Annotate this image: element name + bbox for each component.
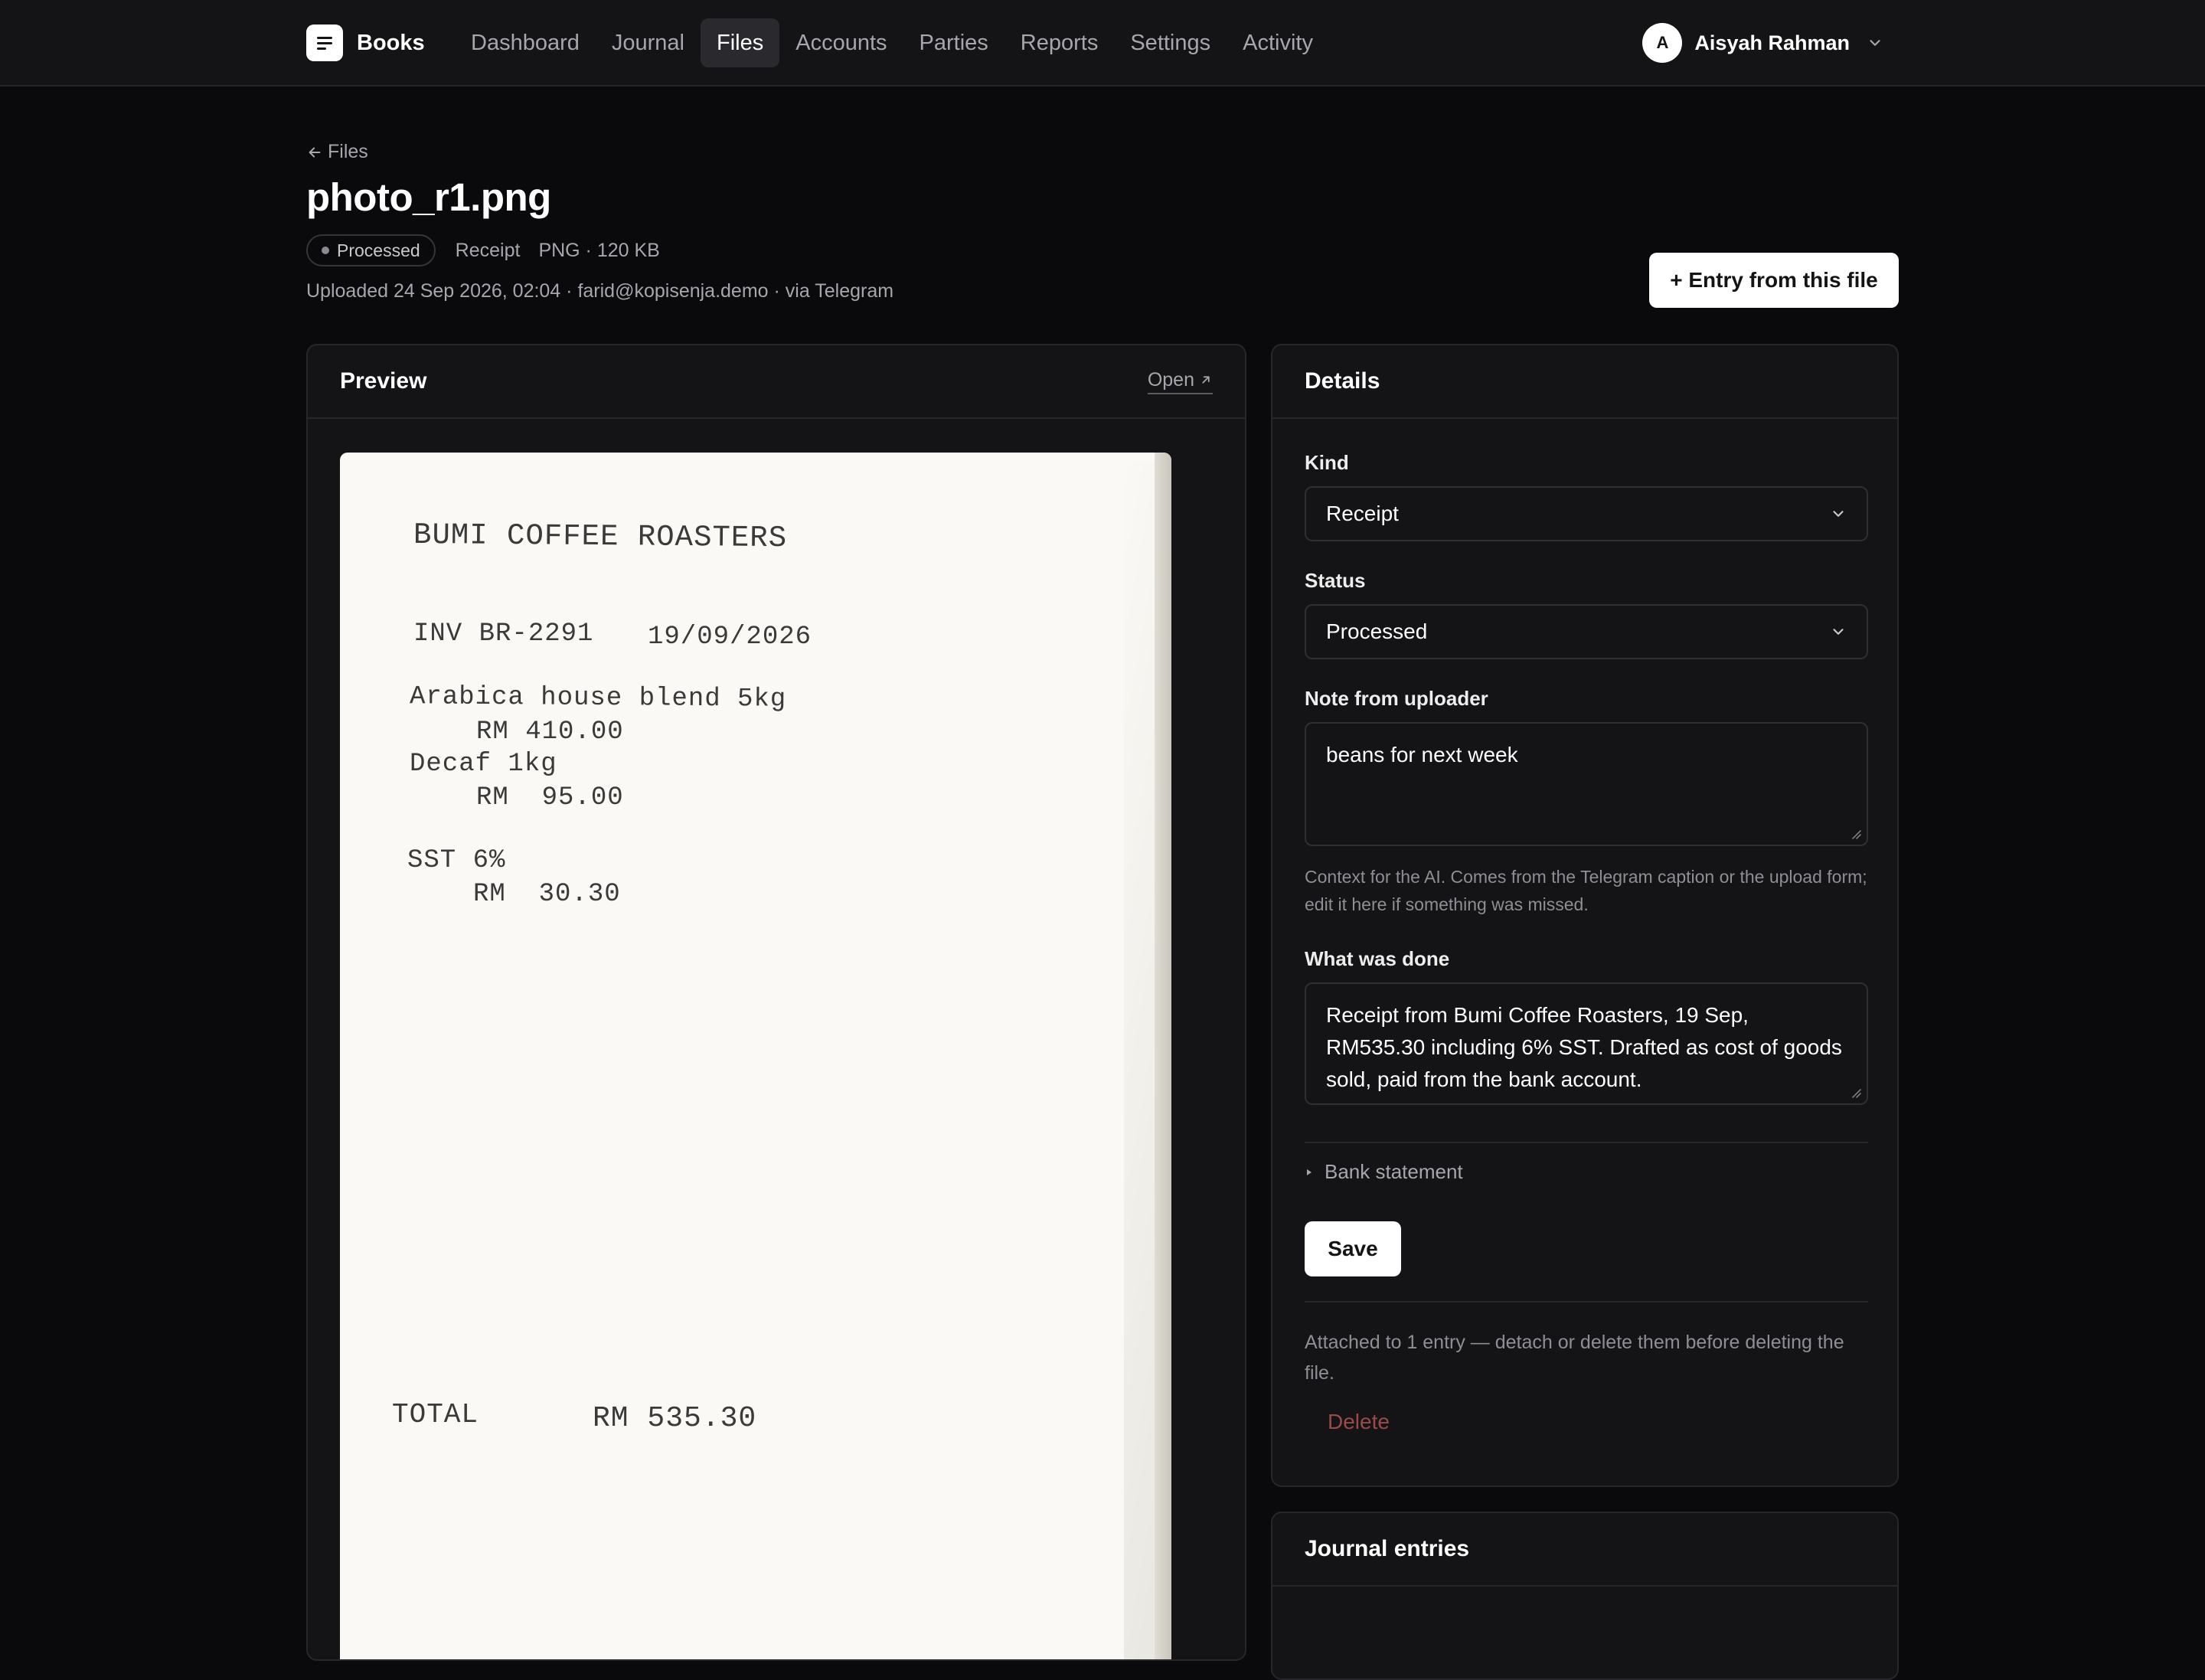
status-select-value: Processed: [1326, 619, 1428, 643]
file-kind: Receipt: [455, 239, 521, 261]
receipt-tax-amount: RM 30.30: [473, 880, 621, 909]
upload-info: Uploaded 24 Sep 2026, 02:04 · farid@kopi…: [306, 280, 894, 302]
chevron-down-icon: [1833, 629, 1844, 635]
entry-from-file-button[interactable]: + Entry from this file: [1649, 253, 1899, 308]
attached-entries-text: Attached to 1 entry — detach or delete t…: [1305, 1332, 1844, 1384]
delete-button[interactable]: Delete: [1305, 1401, 1413, 1443]
app-name: Books: [357, 30, 425, 55]
nav-item-dashboard[interactable]: Dashboard: [455, 18, 596, 67]
divider: [1305, 1142, 1868, 1143]
details-title: Details: [1305, 368, 1380, 394]
open-link-label: Open: [1147, 368, 1194, 391]
kind-select-value: Receipt: [1326, 502, 1399, 525]
external-link-icon: [1202, 376, 1210, 384]
save-button[interactable]: Save: [1305, 1221, 1401, 1276]
receipt-tax-desc: SST 6%: [407, 846, 506, 875]
nav-item-settings[interactable]: Settings: [1114, 18, 1227, 67]
top-nav-bar: Books Dashboard Journal Files Accounts P…: [0, 0, 2205, 87]
receipt-total-label: TOTAL: [392, 1399, 479, 1430]
receipt-line1-desc: Arabica house blend 5kg: [409, 682, 787, 714]
nav-item-activity[interactable]: Activity: [1227, 18, 1329, 67]
bank-statement-toggle[interactable]: Bank statement: [1305, 1160, 1463, 1184]
status-select[interactable]: Processed: [1305, 604, 1868, 659]
file-meta: Processed Receipt PNG · 120 KB: [306, 234, 660, 266]
journal-entries-title: Journal entries: [1305, 1536, 1470, 1561]
note-help-text: Context for the AI. Comes from the Teleg…: [1305, 867, 1867, 914]
receipt-line2-amount: RM 95.00: [476, 783, 624, 812]
what-was-done-textarea[interactable]: Receipt from Bumi Coffee Roasters, 19 Se…: [1305, 982, 1868, 1105]
books-logo-icon: [306, 25, 343, 61]
journal-entries-card: Journal entries: [1271, 1512, 1899, 1680]
nav-item-accounts[interactable]: Accounts: [779, 18, 903, 67]
note-textarea[interactable]: beans for next week: [1305, 722, 1868, 846]
status-badge: Processed: [306, 234, 436, 266]
caret-right-icon: [1307, 1168, 1312, 1175]
divider: [1305, 1301, 1868, 1302]
status-label: Status: [1305, 569, 1366, 592]
open-link[interactable]: Open: [1147, 368, 1213, 394]
user-name: Aisyah Rahman: [1694, 31, 1850, 54]
note-value: beans for next week: [1326, 743, 1518, 766]
app-logo[interactable]: Books: [306, 25, 425, 61]
nav-item-reports[interactable]: Reports: [1004, 18, 1115, 67]
page-title: photo_r1.png: [306, 175, 551, 219]
receipt-line2-desc: Decaf 1kg: [410, 750, 557, 779]
receipt-invoice: INV BR-2291: [413, 619, 594, 649]
kind-select[interactable]: Receipt: [1305, 486, 1868, 541]
preview-card: Preview Open BUMI COFFEE ROASTERS INV BR…: [306, 344, 1246, 1661]
receipt-line1-amount: RM 410.00: [476, 717, 624, 747]
receipt-image[interactable]: BUMI COFFEE ROASTERS INV BR-2291 19/09/2…: [340, 453, 1171, 1659]
resize-grip-icon[interactable]: [1850, 828, 1862, 840]
receipt-store: BUMI COFFEE ROASTERS: [413, 518, 788, 556]
details-card: Details Kind Receipt Status Processed No…: [1271, 344, 1899, 1487]
nav-item-journal[interactable]: Journal: [596, 18, 701, 67]
nav-item-files[interactable]: Files: [701, 18, 780, 67]
journal-entries-header: Journal entries: [1272, 1513, 1897, 1587]
status-badge-label: Processed: [337, 240, 420, 260]
resize-grip-icon[interactable]: [1850, 1087, 1862, 1099]
back-link-label: Files: [328, 141, 368, 162]
details-card-header: Details: [1272, 345, 1897, 419]
file-info: PNG · 120 KB: [538, 239, 660, 261]
kind-label: Kind: [1305, 451, 1349, 474]
nav-item-parties[interactable]: Parties: [903, 18, 1004, 67]
user-menu[interactable]: A Aisyah Rahman: [1642, 23, 1883, 63]
preview-title: Preview: [340, 368, 427, 394]
avatar: A: [1642, 23, 1683, 63]
bank-statement-label: Bank statement: [1325, 1160, 1463, 1183]
receipt-date: 19/09/2026: [648, 623, 812, 652]
what-was-done-value: Receipt from Bumi Coffee Roasters, 19 Se…: [1326, 1003, 1842, 1091]
note-label: Note from uploader: [1305, 687, 1488, 710]
chevron-down-icon: [1870, 40, 1880, 46]
main-nav: Dashboard Journal Files Accounts Parties…: [455, 18, 1329, 67]
status-dot-icon: [322, 247, 329, 254]
chevron-down-icon: [1833, 511, 1844, 517]
receipt-total-amount: RM 535.30: [593, 1402, 757, 1435]
preview-card-header: Preview Open: [308, 345, 1245, 419]
what-was-done-label: What was done: [1305, 947, 1450, 970]
back-link[interactable]: Files: [306, 141, 368, 163]
arrow-left-icon: [309, 146, 321, 158]
